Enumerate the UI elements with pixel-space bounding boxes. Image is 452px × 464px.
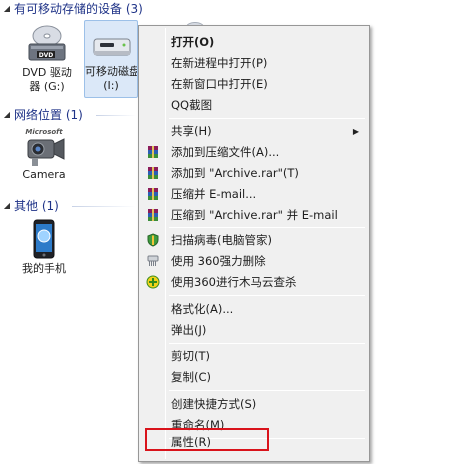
camera-label: Camera	[22, 168, 66, 181]
menu-item-copy[interactable]: 复制(C)	[141, 367, 367, 387]
menu-item-qq-screenshot[interactable]: QQ截图	[141, 95, 367, 115]
phone-item[interactable]: 我的手机	[14, 218, 74, 282]
winrar-icon	[141, 142, 165, 162]
menu-separator	[169, 295, 365, 296]
menu-separator	[169, 118, 365, 119]
properties-highlight-box	[145, 428, 269, 451]
menu-item-label: 在新窗口中打开(E)	[171, 77, 268, 91]
removable-disk-label: 可移动磁盘	[85, 65, 138, 78]
dvd-drive-icon: DVD	[28, 25, 66, 61]
menu-item-share[interactable]: 共享(H) ▶	[141, 121, 367, 141]
shredder-icon	[141, 251, 165, 271]
menu-item-label: 使用 360强力删除	[171, 254, 266, 268]
svg-text:Microsoft: Microsoft	[25, 128, 63, 136]
menu-item-open-new-process[interactable]: 在新进程中打开(P)	[141, 53, 367, 73]
submenu-arrow-icon: ▶	[352, 126, 359, 136]
menu-item-label: 共享(H)	[171, 124, 212, 138]
menu-separator	[169, 390, 365, 391]
winrar-icon	[141, 205, 165, 225]
group-divider	[72, 206, 136, 207]
menu-item-create-shortcut[interactable]: 创建快捷方式(S)	[141, 394, 367, 414]
phone-label: 我的手机	[22, 262, 66, 275]
group-header-removable[interactable]: ◢ 有可移动存储的设备 (3)	[0, 0, 452, 16]
dvd-drive-item[interactable]: DVD DVD 驱动 器 (G:)	[14, 20, 80, 98]
menu-item-scan-virus[interactable]: 扫描病毒(电脑管家)	[141, 230, 367, 250]
menu-item-label: 扫描病毒(电脑管家)	[171, 233, 272, 247]
removable-disk-icon	[93, 38, 131, 56]
group-title: 有可移动存储的设备 (3)	[14, 1, 143, 16]
menu-item-label: 弹出(J)	[171, 323, 207, 337]
context-menu[interactable]: 打开(O) 在新进程中打开(P) 在新窗口中打开(E) QQ截图 共享(H) ▶…	[138, 25, 370, 462]
menu-item-label: 压缩并 E-mail...	[171, 187, 257, 201]
menu-item-open[interactable]: 打开(O)	[141, 32, 367, 52]
menu-item-label: 压缩到 "Archive.rar" 并 E-mail	[171, 208, 338, 222]
dvd-drive-label-2: 器 (G:)	[29, 80, 65, 93]
shield-icon	[141, 230, 165, 250]
collapse-icon[interactable]: ◢	[0, 110, 14, 119]
menu-item-label: 复制(C)	[171, 370, 212, 384]
menu-separator	[169, 343, 365, 344]
group-header-network[interactable]: ◢ 网络位置 (1)	[0, 106, 136, 122]
menu-item-compress-rar-email[interactable]: 压缩到 "Archive.rar" 并 E-mail	[141, 205, 367, 225]
menu-item-open-new-window[interactable]: 在新窗口中打开(E)	[141, 74, 367, 94]
menu-item-label: 格式化(A)...	[171, 302, 234, 316]
group-header-other[interactable]: ◢ 其他 (1)	[0, 197, 136, 213]
menu-item-label: 打开(O)	[171, 35, 215, 49]
menu-item-format[interactable]: 格式化(A)...	[141, 299, 367, 319]
group-title: 网络位置 (1)	[14, 107, 83, 122]
menu-item-eject[interactable]: 弹出(J)	[141, 320, 367, 340]
menu-item-label: 剪切(T)	[171, 349, 210, 363]
winrar-icon	[141, 163, 165, 183]
dvd-drive-label: DVD 驱动	[22, 66, 72, 79]
menu-item-add-to-archive[interactable]: 添加到压缩文件(A)...	[141, 142, 367, 162]
winrar-icon	[141, 184, 165, 204]
menu-item-label: 在新进程中打开(P)	[171, 56, 268, 70]
group-title: 其他 (1)	[14, 198, 59, 213]
menu-item-360-trojan-scan[interactable]: 使用360进行木马云查杀	[141, 272, 367, 292]
removable-disk-item[interactable]: 可移动磁盘 (I:)	[84, 20, 138, 98]
menu-item-cut[interactable]: 剪切(T)	[141, 346, 367, 366]
menu-item-add-to-archive-rar[interactable]: 添加到 "Archive.rar"(T)	[141, 163, 367, 183]
menu-item-compress-email[interactable]: 压缩并 E-mail...	[141, 184, 367, 204]
collapse-icon[interactable]: ◢	[0, 4, 14, 13]
menu-item-label: 添加到 "Archive.rar"(T)	[171, 166, 299, 180]
menu-item-360-force-delete[interactable]: 使用 360强力删除	[141, 251, 367, 271]
menu-item-label: 添加到压缩文件(A)...	[171, 145, 280, 159]
phone-icon	[33, 219, 55, 259]
menu-item-label: 创建快捷方式(S)	[171, 397, 257, 411]
collapse-icon[interactable]: ◢	[0, 201, 14, 210]
menu-separator	[169, 227, 365, 228]
menu-item-label: 使用360进行木马云查杀	[171, 275, 297, 289]
camera-icon: Microsoft	[25, 128, 65, 166]
group-divider	[96, 115, 136, 116]
camera-item[interactable]: Microsoft Camera	[14, 126, 74, 190]
svg-text:DVD: DVD	[39, 52, 54, 59]
menu-item-label: QQ截图	[171, 98, 213, 112]
360-icon	[141, 272, 165, 292]
removable-disk-label-2: (I:)	[103, 79, 119, 92]
